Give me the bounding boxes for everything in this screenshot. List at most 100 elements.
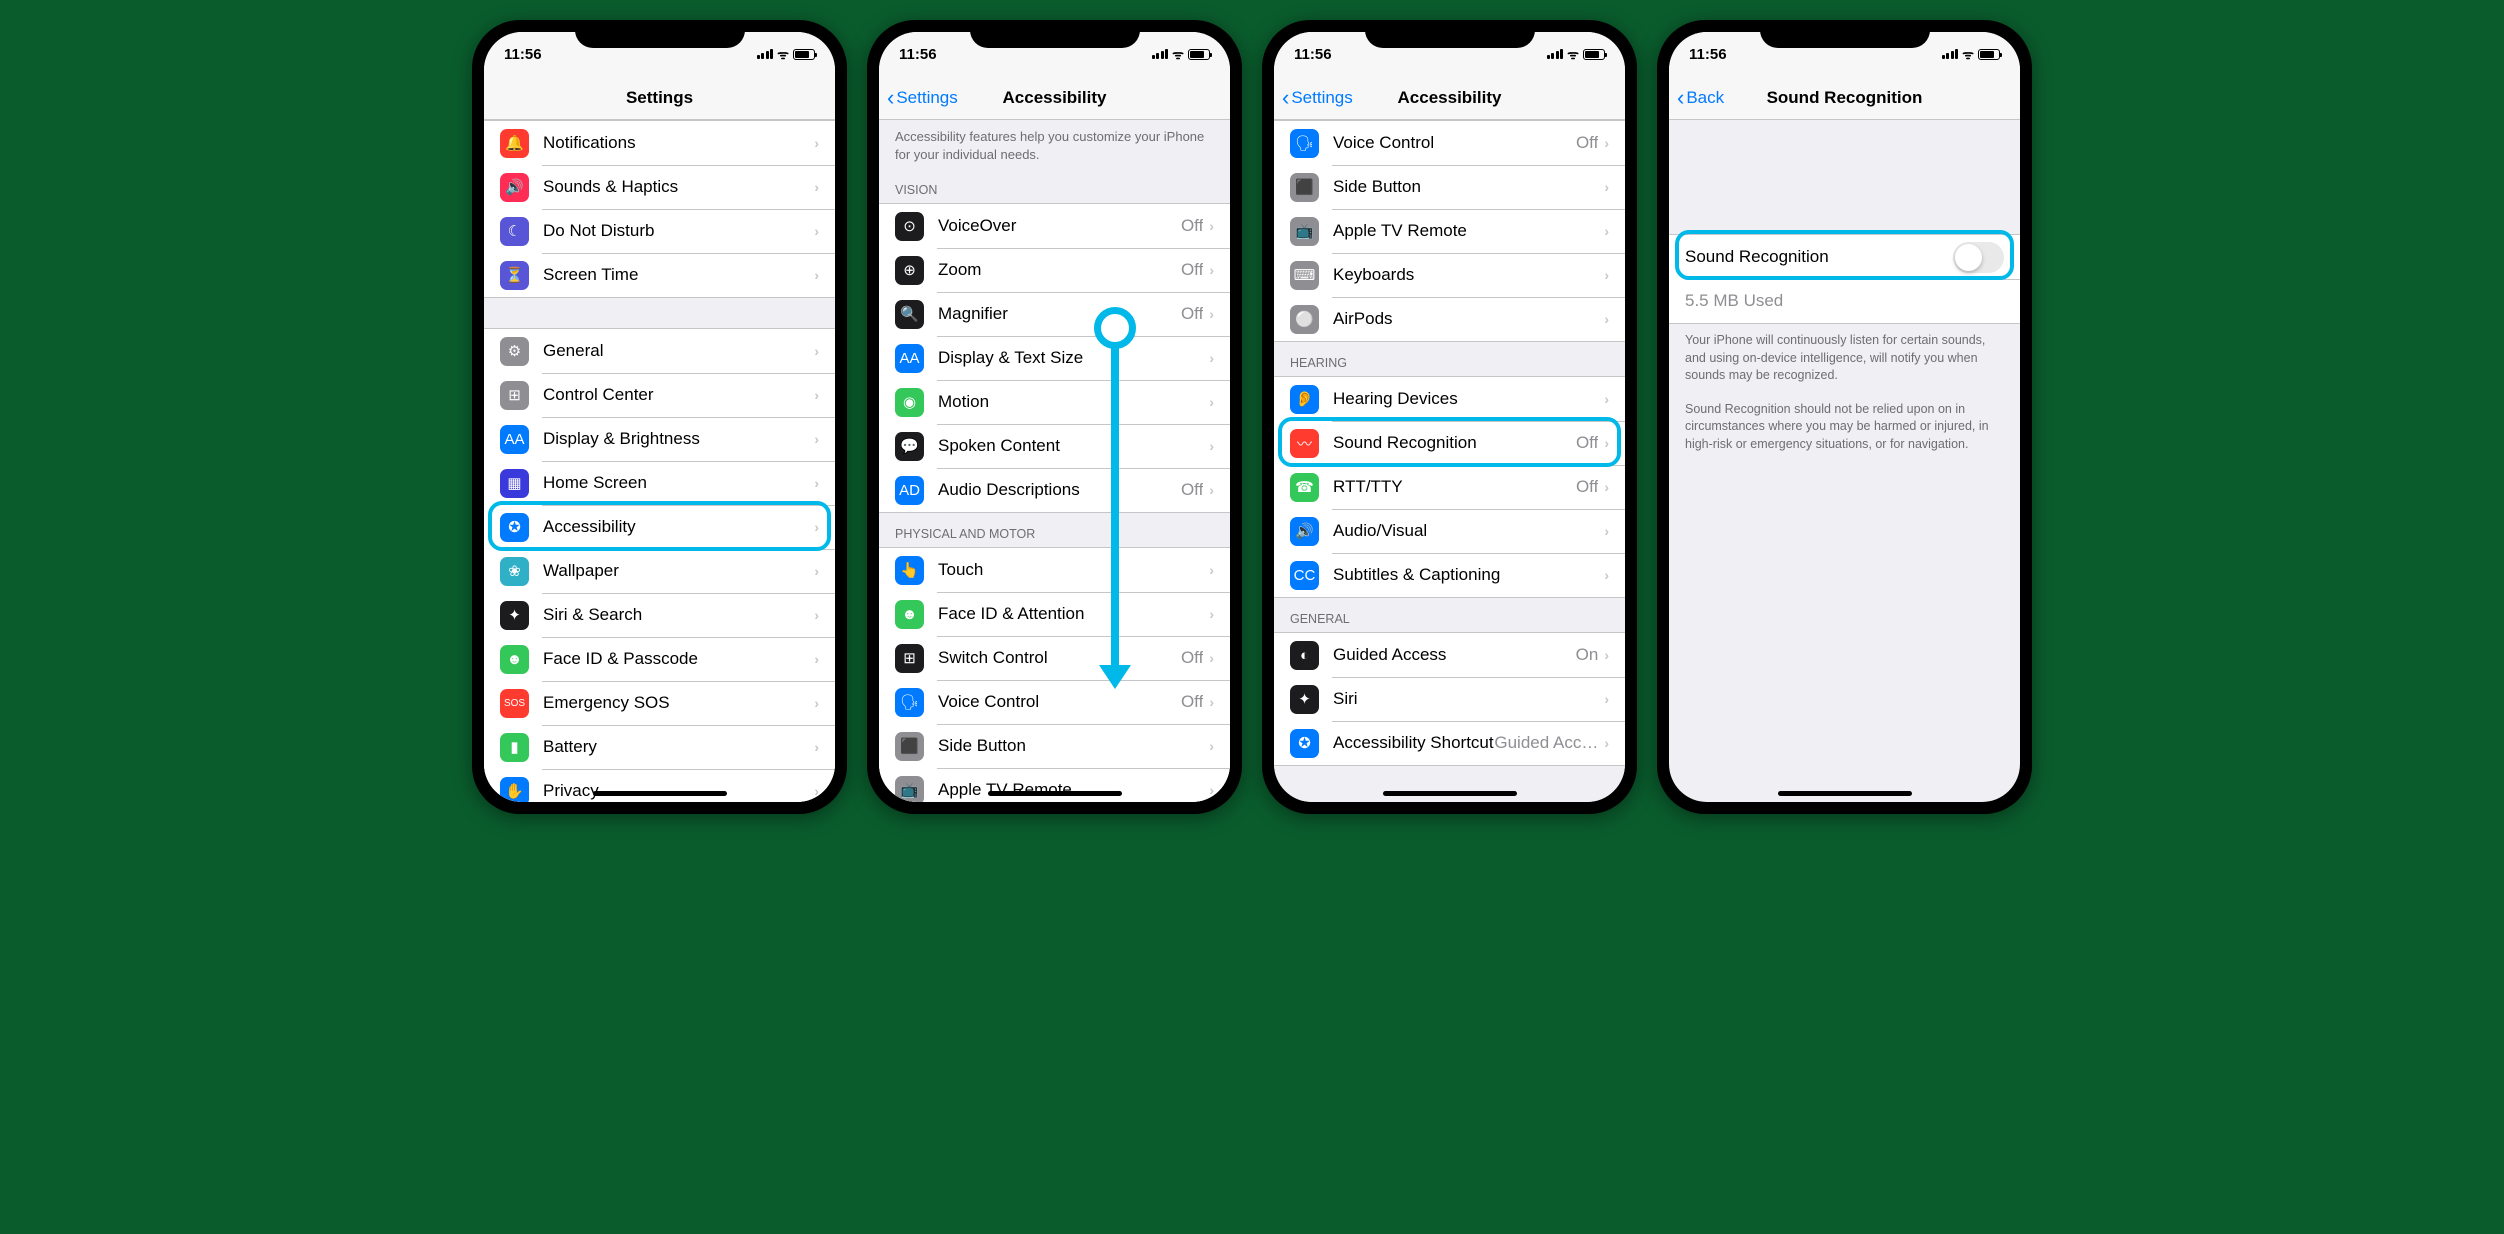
- row-display-brightness[interactable]: AADisplay & Brightness›: [484, 417, 835, 461]
- row-label: Voice Control: [938, 692, 1181, 712]
- row-value: Guided Acc…: [1494, 733, 1598, 753]
- battery-icon: ▮: [500, 733, 529, 762]
- chevron-right-icon: ›: [1604, 223, 1609, 239]
- row-face-id-attention[interactable]: ☻Face ID & Attention›: [879, 592, 1230, 636]
- home-indicator[interactable]: [1778, 791, 1912, 796]
- row-label: Guided Access: [1333, 645, 1576, 665]
- back-button[interactable]: ‹ Settings: [1282, 85, 1353, 111]
- touch-icon: 👆: [895, 556, 924, 585]
- nav-bar: ‹ Settings Accessibility: [879, 76, 1230, 120]
- row-voiceover[interactable]: ⊙VoiceOverOff›: [879, 204, 1230, 248]
- status-time: 11:56: [1689, 46, 1727, 63]
- row-side-button[interactable]: ⬛Side Button›: [879, 724, 1230, 768]
- status-time: 11:56: [899, 46, 937, 63]
- row-apple-tv-remote[interactable]: 📺Apple TV Remote›: [1274, 209, 1625, 253]
- row-subtitles-captioning[interactable]: CCSubtitles & Captioning›: [1274, 553, 1625, 597]
- chevron-right-icon: ›: [1209, 782, 1214, 798]
- row-emergency-sos[interactable]: SOSEmergency SOS›: [484, 681, 835, 725]
- storage-used-label: 5.5 MB Used: [1685, 291, 2004, 311]
- sound-recognition-switch[interactable]: [1953, 242, 2004, 273]
- zoom-icon: ⊕: [895, 256, 924, 285]
- back-label: Back: [1686, 88, 1724, 108]
- chevron-right-icon: ›: [1604, 735, 1609, 751]
- row-label: Accessibility: [543, 517, 814, 537]
- row-label: Audio/Visual: [1333, 521, 1604, 541]
- row-voice-control[interactable]: 🗣Voice ControlOff›: [879, 680, 1230, 724]
- row-magnifier[interactable]: 🔍MagnifierOff›: [879, 292, 1230, 336]
- row-notifications[interactable]: 🔔Notifications›: [484, 121, 835, 165]
- chevron-right-icon: ›: [814, 267, 819, 283]
- row-privacy[interactable]: ✋Privacy›: [484, 769, 835, 802]
- row-rtt-tty[interactable]: ☎RTT/TTYOff›: [1274, 465, 1625, 509]
- row-accessibility[interactable]: ✪Accessibility›: [484, 505, 835, 549]
- row-label: Accessibility Shortcut: [1333, 733, 1494, 753]
- row-value: Off: [1576, 433, 1598, 453]
- chevron-right-icon: ›: [1209, 438, 1214, 454]
- chevron-right-icon: ›: [814, 695, 819, 711]
- chevron-right-icon: ›: [1604, 435, 1609, 451]
- notch: [1760, 20, 1930, 48]
- row-siri-search[interactable]: ✦Siri & Search›: [484, 593, 835, 637]
- row-touch[interactable]: 👆Touch›: [879, 548, 1230, 592]
- row-label: Audio Descriptions: [938, 480, 1181, 500]
- row-label: Magnifier: [938, 304, 1181, 324]
- chevron-right-icon: ›: [814, 387, 819, 403]
- row-accessibility-shortcut[interactable]: ✪Accessibility ShortcutGuided Acc…›: [1274, 721, 1625, 765]
- row-side-button[interactable]: ⬛Side Button›: [1274, 165, 1625, 209]
- row-display-text-size[interactable]: AADisplay & Text Size›: [879, 336, 1230, 380]
- row-zoom[interactable]: ⊕ZoomOff›: [879, 248, 1230, 292]
- row-do-not-disturb[interactable]: ☾Do Not Disturb›: [484, 209, 835, 253]
- home-indicator[interactable]: [593, 791, 727, 796]
- sounds-haptics-icon: 🔊: [500, 173, 529, 202]
- row-screen-time[interactable]: ⏳Screen Time›: [484, 253, 835, 297]
- row-audio-descriptions[interactable]: ADAudio DescriptionsOff›: [879, 468, 1230, 512]
- row-label: Control Center: [543, 385, 814, 405]
- row-siri[interactable]: ✦Siri›: [1274, 677, 1625, 721]
- row-label: General: [543, 341, 814, 361]
- chevron-right-icon: ›: [1604, 647, 1609, 663]
- display-brightness-icon: AA: [500, 425, 529, 454]
- chevron-right-icon: ›: [1209, 394, 1214, 410]
- row-home-screen[interactable]: ▦Home Screen›: [484, 461, 835, 505]
- row-control-center[interactable]: ⊞Control Center›: [484, 373, 835, 417]
- row-sounds-haptics[interactable]: 🔊Sounds & Haptics›: [484, 165, 835, 209]
- row-voice-control[interactable]: 🗣Voice ControlOff›: [1274, 121, 1625, 165]
- wifi-icon: ᯤ: [1567, 45, 1579, 63]
- back-button[interactable]: ‹ Back: [1677, 85, 1724, 111]
- audio-visual-icon: 🔊: [1290, 517, 1319, 546]
- chevron-right-icon: ›: [1604, 523, 1609, 539]
- row-switch-control[interactable]: ⊞Switch ControlOff›: [879, 636, 1230, 680]
- nav-bar: ‹ Back Sound Recognition: [1669, 76, 2020, 120]
- row-value: Off: [1181, 648, 1203, 668]
- row-airpods[interactable]: ⚪AirPods›: [1274, 297, 1625, 341]
- back-button[interactable]: ‹ Settings: [887, 85, 958, 111]
- settings-list[interactable]: 🔔Notifications›🔊Sounds & Haptics›☾Do Not…: [484, 120, 835, 802]
- row-spoken-content[interactable]: 💬Spoken Content›: [879, 424, 1230, 468]
- home-indicator[interactable]: [988, 791, 1122, 796]
- row-hearing-devices[interactable]: 👂Hearing Devices›: [1274, 377, 1625, 421]
- row-battery[interactable]: ▮Battery›: [484, 725, 835, 769]
- sound-recognition-toggle-row[interactable]: Sound Recognition: [1669, 235, 2020, 279]
- row-keyboards[interactable]: ⌨Keyboards›: [1274, 253, 1625, 297]
- row-label: Subtitles & Captioning: [1333, 565, 1604, 585]
- row-guided-access[interactable]: ◐Guided AccessOn›: [1274, 633, 1625, 677]
- face-id-passcode-icon: ☻: [500, 645, 529, 674]
- row-face-id-passcode[interactable]: ☻Face ID & Passcode›: [484, 637, 835, 681]
- sound-recognition-description-1: Your iPhone will continuously listen for…: [1669, 324, 2020, 393]
- accessibility-list[interactable]: Accessibility features help you customiz…: [879, 120, 1230, 802]
- airpods-icon: ⚪: [1290, 305, 1319, 334]
- sound-recognition-icon: 〰: [1290, 429, 1319, 458]
- chevron-right-icon: ›: [1209, 218, 1214, 234]
- row-wallpaper[interactable]: ❀Wallpaper›: [484, 549, 835, 593]
- row-value: Off: [1181, 692, 1203, 712]
- guided-access-icon: ◐: [1290, 641, 1319, 670]
- row-value: Off: [1181, 480, 1203, 500]
- row-sound-recognition[interactable]: 〰Sound RecognitionOff›: [1274, 421, 1625, 465]
- accessibility-list-scrolled[interactable]: 🗣Voice ControlOff›⬛Side Button›📺Apple TV…: [1274, 120, 1625, 802]
- row-audio-visual[interactable]: 🔊 Audio/Visual›: [1274, 509, 1625, 553]
- row-general[interactable]: ⚙General›: [484, 329, 835, 373]
- row-apple-tv-remote[interactable]: 📺Apple TV Remote›: [879, 768, 1230, 802]
- motor-header: PHYSICAL AND MOTOR: [879, 513, 1230, 547]
- row-motion[interactable]: ◉Motion›: [879, 380, 1230, 424]
- home-indicator[interactable]: [1383, 791, 1517, 796]
